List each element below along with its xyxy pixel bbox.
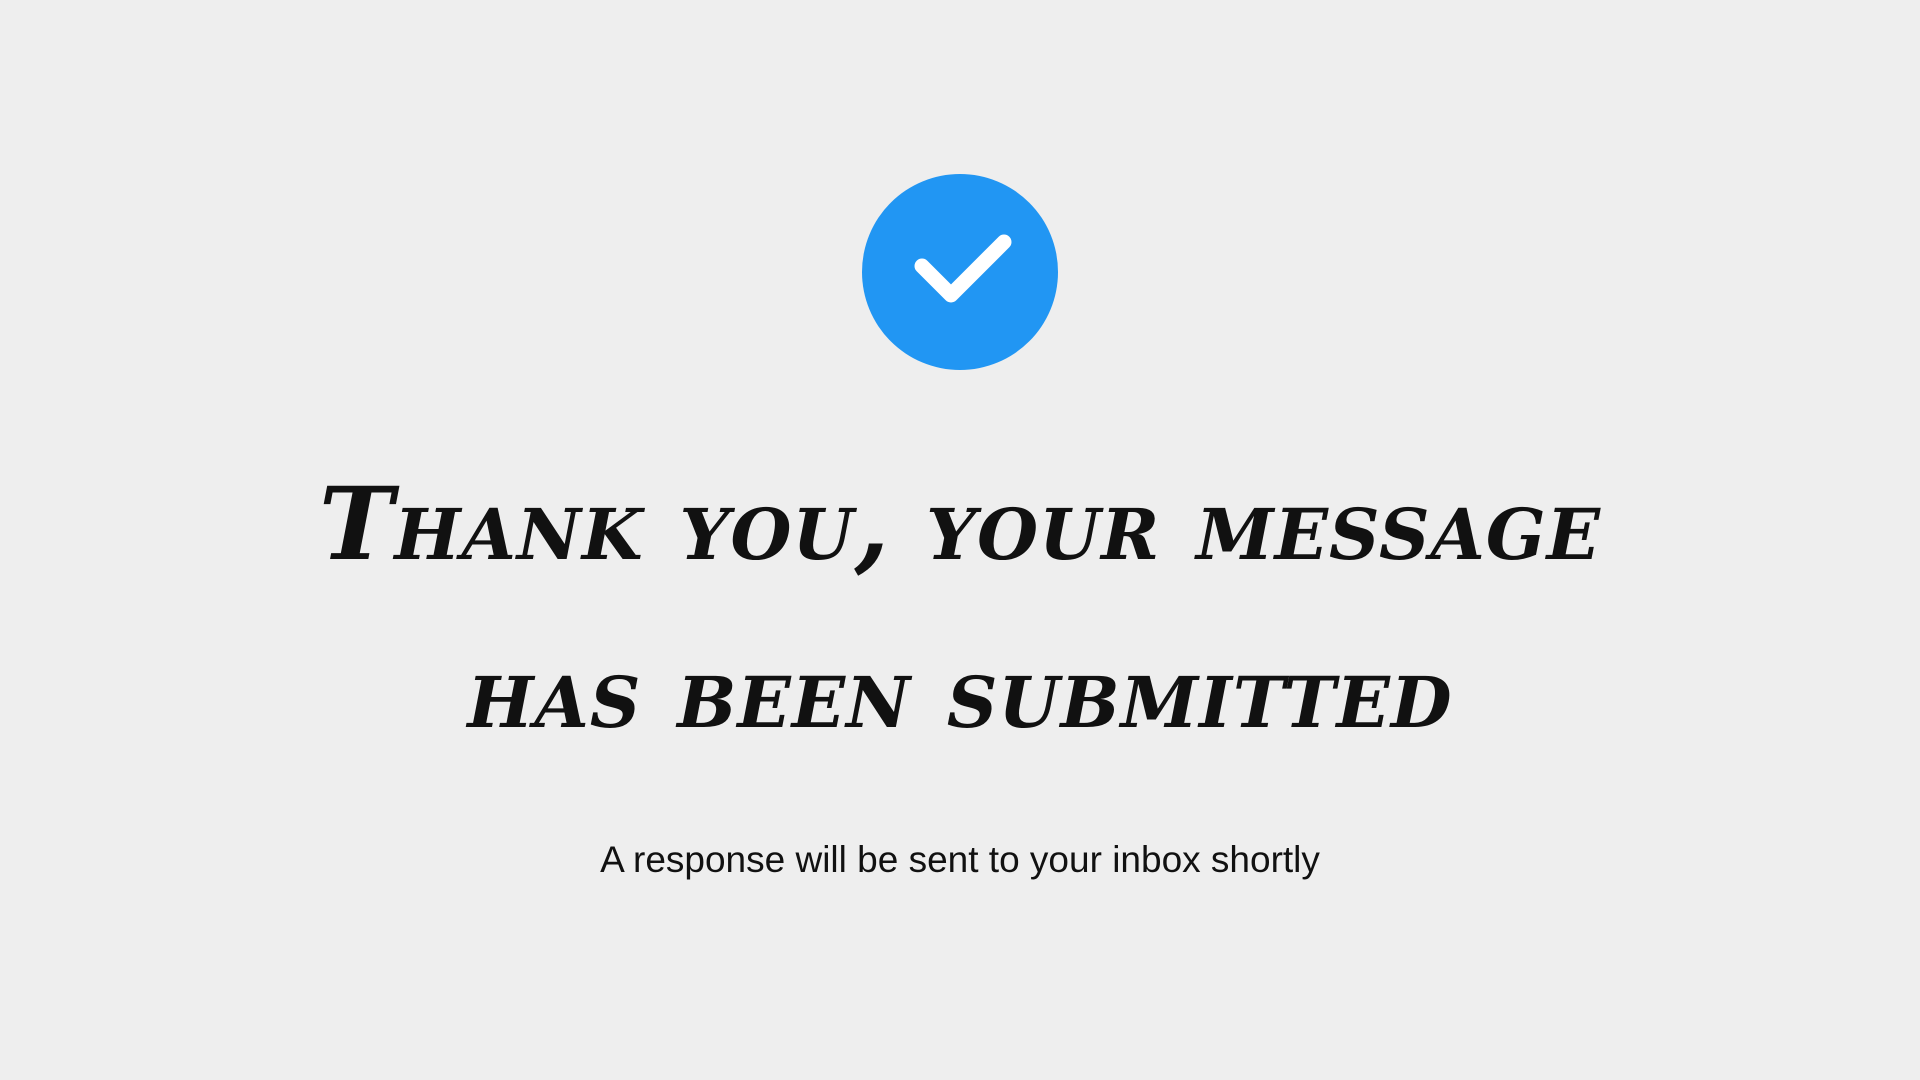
headline-line-2: has been submitted bbox=[467, 633, 1453, 751]
confirmation-subtext: A response will be sent to your inbox sh… bbox=[600, 839, 1320, 880]
confirmation-page: Thank you, your message has been submitt… bbox=[0, 0, 1920, 1080]
headline-line-1: Thank you, your message bbox=[319, 465, 1601, 583]
success-badge bbox=[862, 174, 1058, 370]
checkmark-icon bbox=[914, 234, 1012, 303]
confirmation-headline: Thank you, your message has been submitt… bbox=[200, 440, 1720, 776]
